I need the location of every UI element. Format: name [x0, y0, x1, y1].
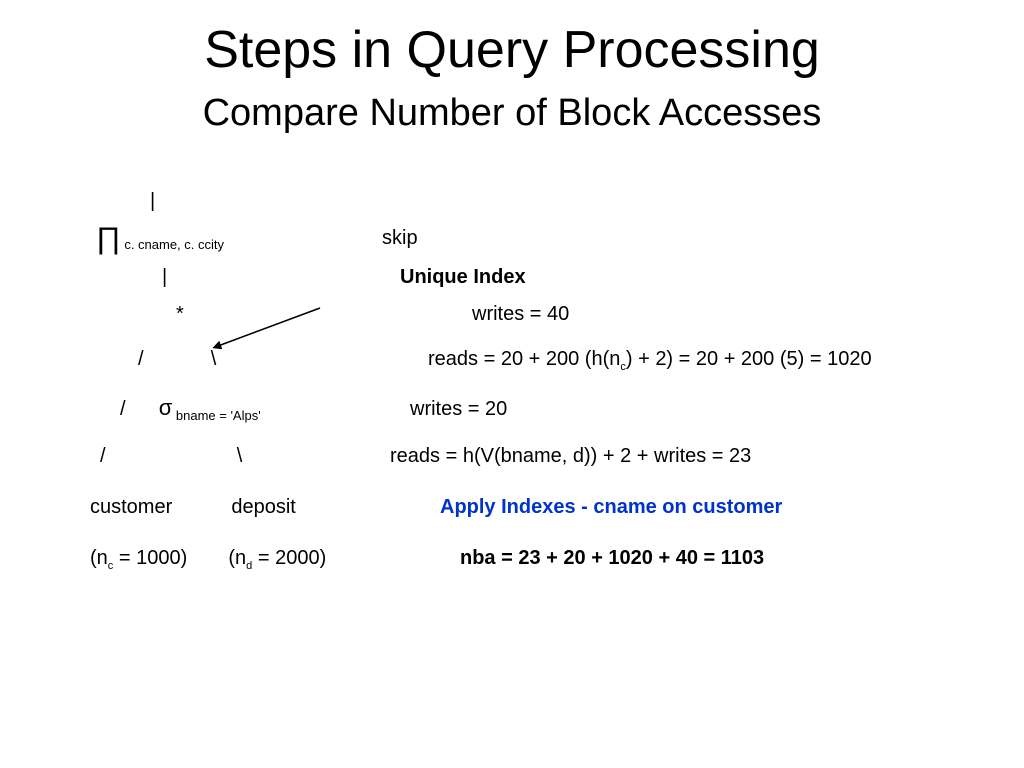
skip-label: skip [382, 227, 418, 249]
reads-label: reads = 20 + 200 (h(nc) + 2) = 20 + 200 … [428, 348, 872, 370]
page-subtitle: Compare Number of Block Accesses [0, 92, 1024, 135]
apply-indexes-label: Apply Indexes - cname on customer [440, 496, 782, 518]
reads-label: reads = h(V(bname, d)) + 2 + writes = 23 [390, 445, 751, 467]
writes-label: writes = 40 [472, 303, 569, 325]
project-sub: c. cname, c. ccity [121, 237, 224, 252]
tree-row: * writes = 40 [90, 303, 990, 326]
tree-row: | Unique Index [90, 266, 990, 289]
tree-row: / \ reads = 20 + 200 (h(nc) + 2) = 20 + … [90, 348, 990, 373]
pipe: | [162, 266, 167, 288]
backslash: \ [237, 445, 243, 467]
query-tree: | ∏ c. cname, c. ccity skip | Unique Ind… [90, 190, 990, 586]
slash: / [100, 445, 106, 467]
sigma-symbol: σ [159, 395, 173, 420]
tree-row: ∏ c. cname, c. ccity skip [90, 227, 990, 252]
backslash: \ [211, 348, 217, 370]
tree-row: (nc = 1000) (nd = 2000) nba = 23 + 20 + … [90, 547, 990, 572]
slide: Steps in Query Processing Compare Number… [0, 0, 1024, 768]
slash: / [120, 398, 126, 420]
nc-size: (nc = 1000) [90, 547, 187, 569]
tree-row: / \ reads = h(V(bname, d)) + 2 + writes … [90, 445, 990, 468]
relation-deposit: deposit [231, 496, 296, 518]
nd-size: (nd = 2000) [228, 547, 326, 569]
sigma-sub: bname = 'Alps' [172, 408, 260, 423]
project-symbol: ∏ [96, 222, 121, 255]
nba-result: nba = 23 + 20 + 1020 + 40 = 1103 [460, 547, 764, 569]
tree-row: | [90, 190, 990, 213]
tree-row: / σ bname = 'Alps' writes = 20 [90, 395, 990, 423]
tree-row: customer deposit Apply Indexes - cname o… [90, 496, 990, 519]
page-title: Steps in Query Processing [0, 20, 1024, 80]
relation-customer: customer [90, 496, 172, 518]
pipe: | [150, 190, 155, 212]
writes-label: writes = 20 [410, 398, 507, 420]
slash: / [138, 348, 144, 370]
join-star: * [176, 303, 184, 325]
